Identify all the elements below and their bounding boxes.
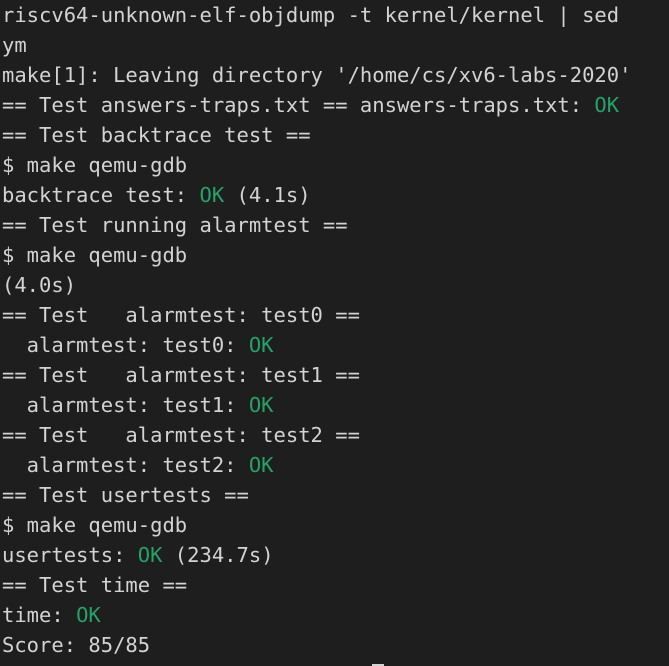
terminal-line: $ make qemu-gdb	[2, 150, 631, 180]
terminal-line: == Test backtrace test ==	[2, 120, 631, 150]
terminal-line-text: usertests:	[2, 543, 138, 567]
terminal-line: (4.0s)	[2, 270, 631, 300]
terminal-line-text: == Test backtrace test ==	[2, 123, 311, 147]
status-badge-ok: OK	[199, 183, 225, 207]
terminal-line-text: backtrace test:	[2, 183, 200, 207]
terminal-line-text: $ make qemu-gdb	[2, 513, 188, 537]
terminal-line: $ make qemu-gdb	[2, 240, 631, 270]
terminal-line-text: Score: 85/85	[2, 633, 151, 657]
terminal-line: time: OK	[2, 600, 631, 630]
terminal-line-text: make[1]: Leaving directory '/home/cs/xv6…	[2, 63, 632, 87]
terminal-line: Score: 85/85	[2, 630, 631, 660]
terminal-line: == Test alarmtest: test1 ==	[2, 360, 631, 390]
terminal-line: ym	[2, 30, 631, 60]
terminal-line: == Test answers-traps.txt == answers-tra…	[2, 90, 631, 120]
terminal-line-text: time:	[2, 603, 77, 627]
terminal-line-duration: (4.1s)	[224, 183, 311, 207]
terminal-line: riscv64-unknown-elf-objdump -t kernel/ke…	[2, 0, 631, 30]
terminal-line: alarmtest: test0: OK	[2, 330, 631, 360]
terminal-line-text: alarmtest: test1:	[2, 393, 249, 417]
terminal-line: make[1]: Leaving directory '/home/cs/xv6…	[2, 60, 631, 90]
terminal-window[interactable]: riscv64-unknown-elf-objdump -t kernel/ke…	[0, 0, 669, 666]
terminal-line-text: (4.0s)	[2, 273, 77, 297]
terminal-line: == Test alarmtest: test0 ==	[2, 300, 631, 330]
terminal-line-text: == Test running alarmtest ==	[2, 213, 348, 237]
terminal-line: usertests: OK (234.7s)	[2, 540, 631, 570]
status-badge-ok: OK	[248, 453, 274, 477]
terminal-line-duration: (234.7s)	[162, 543, 274, 567]
terminal-line: alarmtest: test1: OK	[2, 390, 631, 420]
status-badge-ok: OK	[248, 393, 274, 417]
terminal-line: alarmtest: test2: OK	[2, 450, 631, 480]
terminal-line-text: alarmtest: test2:	[2, 453, 249, 477]
terminal-line: == Test alarmtest: test2 ==	[2, 420, 631, 450]
status-badge-ok: OK	[248, 333, 274, 357]
terminal-line-text: $ make qemu-gdb	[2, 243, 188, 267]
terminal-line: == Test time ==	[2, 570, 631, 600]
terminal-line-text: == Test alarmtest: test2 ==	[2, 423, 360, 447]
terminal-line-text: $ make qemu-gdb	[2, 153, 188, 177]
terminal-line-text: ym	[2, 33, 27, 57]
terminal-line: == Test usertests ==	[2, 480, 631, 510]
terminal-line-text: == Test answers-traps.txt == answers-tra…	[2, 93, 595, 117]
terminal-line: [cs@localhost xv6-labs-2020]$	[2, 660, 631, 666]
status-badge-ok: OK	[137, 543, 163, 567]
terminal-line-text: == Test usertests ==	[2, 483, 249, 507]
status-badge-ok: OK	[76, 603, 101, 627]
terminal-line-text: riscv64-unknown-elf-objdump -t kernel/ke…	[2, 3, 620, 27]
terminal-line-text: alarmtest: test0:	[2, 333, 249, 357]
status-badge-ok: OK	[594, 93, 620, 117]
terminal-line-text: == Test alarmtest: test1 ==	[2, 363, 360, 387]
terminal-line-text: == Test alarmtest: test0 ==	[2, 303, 360, 327]
terminal-line: backtrace test: OK (4.1s)	[2, 180, 631, 210]
terminal-screen[interactable]: riscv64-unknown-elf-objdump -t kernel/ke…	[2, 0, 631, 666]
terminal-line-text: == Test time ==	[2, 573, 188, 597]
terminal-line: == Test running alarmtest ==	[2, 210, 631, 240]
terminal-line: $ make qemu-gdb	[2, 510, 631, 540]
